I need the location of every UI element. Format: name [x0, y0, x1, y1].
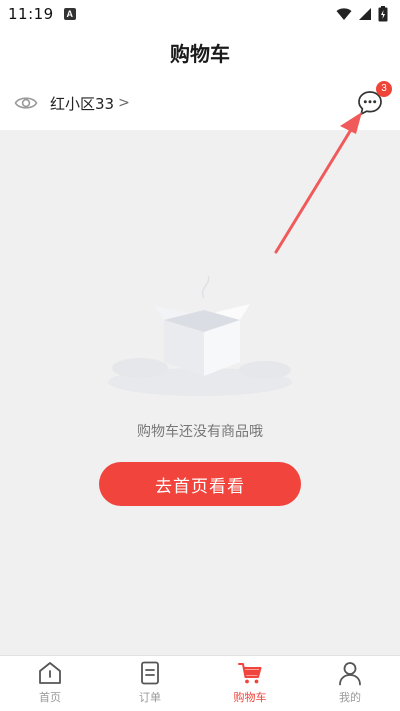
empty-box-illustration [108, 275, 292, 396]
chevron-right-icon[interactable]: > [118, 95, 130, 111]
message-badge: 3 [376, 81, 392, 97]
order-icon[interactable] [137, 660, 163, 686]
cart-icon[interactable] [237, 660, 263, 686]
status-left: 11:19 A [8, 5, 76, 23]
status-right [336, 6, 388, 22]
nav-label-cart[interactable]: 购物车 [234, 689, 267, 705]
page-title: 购物车 [170, 41, 230, 66]
profile-icon[interactable] [337, 660, 363, 686]
nav-label-orders[interactable]: 订单 [139, 689, 161, 705]
nav-label-home[interactable]: 首页 [39, 689, 61, 705]
wifi-icon [336, 8, 352, 20]
store-row[interactable]: 红小区33 > 3 [0, 76, 400, 130]
status-time: 11:19 [8, 5, 54, 23]
nav-orders[interactable]: 订单 [100, 656, 200, 711]
home-icon[interactable] [37, 660, 63, 686]
eye-icon[interactable] [14, 91, 38, 115]
signal-icon [359, 8, 371, 20]
status-bar: 11:19 A [0, 0, 400, 28]
message-button[interactable]: 3 [356, 81, 392, 117]
empty-cart-message: 购物车还没有商品哦 [137, 424, 263, 440]
nav-home[interactable]: 首页 [0, 656, 100, 711]
nav-cart[interactable]: 购物车 [200, 656, 300, 711]
notification-icon: A [63, 8, 76, 20]
battery-icon [378, 6, 388, 22]
bottom-nav: 首页 订单 购物车 我的 [0, 655, 400, 711]
header: 购物车 [0, 28, 400, 76]
nav-profile[interactable]: 我的 [300, 656, 400, 711]
store-name[interactable]: 红小区33 [50, 93, 114, 114]
go-home-button[interactable]: 去首页看看 [99, 462, 301, 506]
nav-label-profile[interactable]: 我的 [339, 689, 361, 705]
